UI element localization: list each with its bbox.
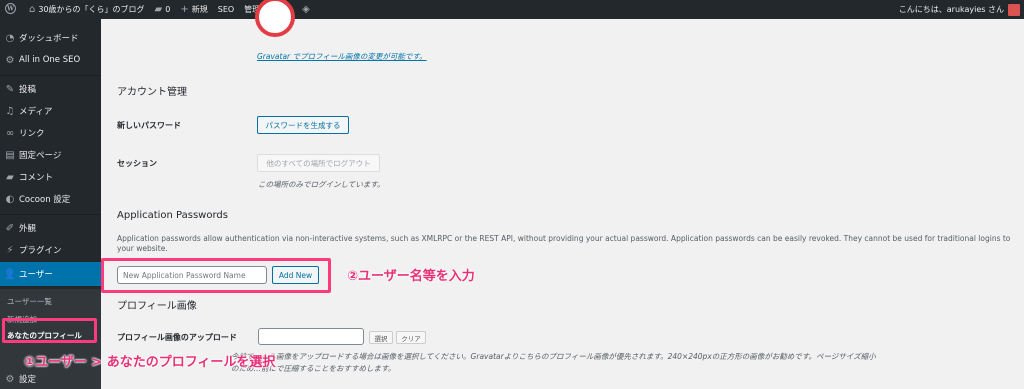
avatar bbox=[1008, 3, 1020, 16]
sidebar-item-label: All in One SEO bbox=[19, 55, 81, 65]
new-content-menu[interactable]: + 新規 bbox=[175, 0, 212, 19]
gravatar-image bbox=[255, 0, 295, 37]
sidebar-item-users[interactable]: 👤 ユーザー bbox=[0, 262, 101, 286]
sidebar-item-label: メディア bbox=[19, 107, 53, 117]
new-label: 新規 bbox=[191, 5, 208, 14]
sidebar-item-plugins[interactable]: ⚡ プラグイン bbox=[0, 240, 101, 260]
user-icon: 👤 bbox=[3, 268, 17, 280]
settings-icon: ⚙ bbox=[5, 373, 15, 385]
select-image-button[interactable]: 選択 bbox=[369, 331, 393, 344]
brush-icon: ✐ bbox=[5, 222, 15, 234]
highlight-app-password-field bbox=[101, 258, 331, 293]
link-icon: ∞ bbox=[5, 127, 15, 139]
sidebar-item-label: 外観 bbox=[19, 224, 37, 234]
diamond-menu[interactable]: ◈ bbox=[297, 0, 318, 19]
comments-menu[interactable]: ▰ 0 bbox=[150, 0, 176, 19]
comment-bubble-icon: ▰ bbox=[154, 4, 163, 15]
seo-menu[interactable]: SEO bbox=[213, 0, 239, 19]
sidebar-item-cocoon[interactable]: ◐ Cocoon 設定 bbox=[0, 189, 101, 209]
profile-image-url-input[interactable] bbox=[258, 328, 364, 345]
annotation-step2: ②ユーザー名等を入力 bbox=[347, 269, 475, 284]
plugin-icon: ⚡ bbox=[6, 244, 14, 256]
sidebar-item-label: Cocoon 設定 bbox=[19, 195, 71, 205]
new-password-label: 新しいパスワード bbox=[117, 121, 181, 130]
greeting: こんにちは、arukayies さん bbox=[898, 5, 1004, 14]
highlight-your-profile bbox=[2, 318, 97, 343]
comment-icon: ▰ bbox=[6, 171, 14, 183]
app-passwords-description: Application passwords allow authenticati… bbox=[117, 234, 1011, 253]
sidebar-item-appearance[interactable]: ✐ 外観 bbox=[0, 218, 101, 238]
gear-icon: ⚙ bbox=[5, 54, 15, 66]
logout-everywhere-button[interactable]: 他のすべての場所でログアウト bbox=[257, 154, 380, 172]
sidebar-item-settings[interactable]: ⚙ 設定 bbox=[0, 369, 101, 389]
home-icon: ⌂ bbox=[29, 4, 36, 15]
plus-icon: + bbox=[180, 4, 189, 15]
generate-password-button[interactable]: パスワードを生成する bbox=[257, 116, 349, 134]
sidebar-separator bbox=[0, 75, 101, 76]
sidebar-item-label: プラグイン bbox=[19, 246, 62, 256]
account-menu[interactable]: こんにちは、arukayies さん bbox=[899, 0, 1024, 19]
annotation-step1: ①ユーザー > あなたのプロフィールを選択 bbox=[24, 355, 276, 370]
profile-image-upload-label: プロフィール画像のアップロード bbox=[117, 333, 237, 342]
profile-content: Gravatar でプロフィール画像の変更が可能です。 アカウント管理 新しいパ… bbox=[101, 0, 1024, 389]
app-passwords-heading: Application Passwords bbox=[117, 210, 228, 221]
profile-image-heading: プロフィール画像 bbox=[117, 301, 197, 312]
sidebar-item-label: 固定ページ bbox=[19, 151, 62, 161]
media-icon: ♫ bbox=[5, 105, 15, 117]
submenu-all-users[interactable]: ユーザー一覧 bbox=[7, 296, 52, 307]
sidebar-item-media[interactable]: ♫ メディア bbox=[0, 101, 101, 121]
clear-image-button[interactable]: クリア bbox=[396, 331, 426, 344]
admin-bar: W ⌂ 30歳からの「くら」のブログ ▰ 0 + 新規 SEO 管理メニュー ◈… bbox=[0, 0, 1024, 19]
sidebar-item-all-in-one-seo[interactable]: ⚙ All in One SEO bbox=[0, 50, 101, 70]
sidebar-item-pages[interactable]: ▤ 固定ページ bbox=[0, 145, 101, 165]
sidebar-item-label: 設定 bbox=[19, 375, 37, 385]
pin-icon: ✎ bbox=[5, 83, 15, 95]
sidebar-item-label: リンク bbox=[19, 129, 45, 139]
page-icon: ▤ bbox=[5, 149, 15, 161]
sidebar-item-posts[interactable]: ✎ 投稿 bbox=[0, 79, 101, 99]
session-label: セッション bbox=[117, 159, 157, 168]
gravatar-link[interactable]: Gravatar でプロフィール画像の変更が可能です。 bbox=[257, 51, 427, 62]
site-name: 30歳からの「くら」のブログ bbox=[38, 5, 145, 14]
sidebar-item-label: コメント bbox=[19, 173, 54, 183]
sidebar-item-comments[interactable]: ▰ コメント bbox=[0, 167, 101, 187]
session-description: この場所のみでログインしています。 bbox=[258, 180, 385, 189]
sidebar-separator bbox=[0, 214, 101, 215]
upload-description-line1: 今前で…ール画像をアップロードする場合は画像を選択してください。Gravatar… bbox=[231, 352, 876, 361]
wp-logo-menu[interactable]: W bbox=[0, 0, 24, 19]
svg-text:W: W bbox=[6, 5, 14, 12]
account-heading: アカウント管理 bbox=[117, 87, 187, 98]
sidebar-item-label: ユーザー bbox=[19, 270, 53, 280]
gauge-icon: ◔ bbox=[5, 32, 15, 44]
sidebar-item-dashboard[interactable]: ◔ ダッシュボード bbox=[0, 28, 101, 48]
comments-count: 0 bbox=[165, 5, 171, 14]
sidebar-item-label: ダッシュボード bbox=[19, 34, 79, 44]
site-name-menu[interactable]: ⌂ 30歳からの「くら」のブログ bbox=[24, 0, 150, 19]
wordpress-icon: W bbox=[5, 2, 16, 17]
seo-label: SEO bbox=[217, 5, 235, 14]
sidebar-item-links[interactable]: ∞ リンク bbox=[0, 123, 101, 143]
sidebar-item-label: 投稿 bbox=[19, 85, 37, 95]
diamond-icon: ◈ bbox=[302, 4, 310, 15]
cocoon-icon: ◐ bbox=[5, 193, 15, 205]
